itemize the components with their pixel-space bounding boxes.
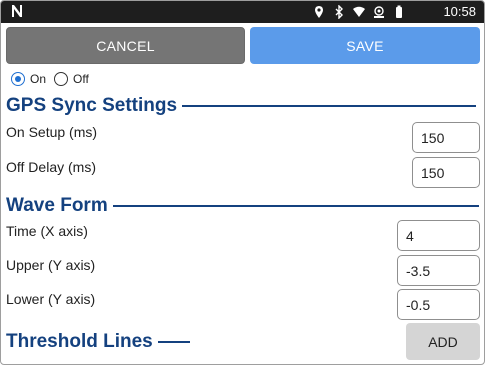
add-threshold-button[interactable]: ADD [406, 323, 480, 360]
threshold-section-header: Threshold Lines [6, 331, 190, 353]
wifi-icon [353, 6, 365, 17]
on-setup-label: On Setup (ms) [6, 124, 98, 140]
status-bar: 10:58 [1, 1, 484, 23]
section-divider [182, 105, 477, 107]
bluetooth-icon [335, 5, 343, 19]
battery-icon [396, 5, 402, 18]
app-logo-icon [12, 5, 22, 17]
radio-off-label: Off [73, 72, 89, 86]
cancel-button[interactable]: CANCEL [6, 27, 245, 64]
on-setup-field[interactable] [412, 122, 480, 153]
location-icon [315, 6, 323, 18]
gps-sync-title: GPS Sync Settings [6, 95, 178, 116]
app-window: 10:58 CANCEL SAVE On Off GPS Sync Settin… [0, 0, 485, 365]
on-off-radio-group: On Off [11, 70, 97, 88]
save-button[interactable]: SAVE [250, 27, 480, 64]
wave-form-section-header: Wave Form [6, 195, 479, 217]
clock: 10:58 [443, 4, 476, 19]
radio-off[interactable]: Off [54, 72, 89, 86]
upper-y-axis-field[interactable] [397, 255, 480, 286]
lower-y-axis-label: Lower (Y axis) [6, 291, 96, 307]
radio-off-indicator[interactable] [54, 72, 69, 86]
off-delay-field[interactable] [412, 157, 480, 188]
off-delay-label: Off Delay (ms) [6, 159, 96, 175]
section-divider [157, 341, 190, 343]
upper-y-axis-label: Upper (Y axis) [6, 257, 96, 273]
lower-y-axis-field[interactable] [397, 289, 480, 320]
gps-sync-section-header: GPS Sync Settings [6, 95, 477, 117]
radio-on[interactable]: On [11, 72, 46, 86]
threshold-title: Threshold Lines [6, 331, 153, 352]
time-x-axis-field[interactable] [397, 220, 480, 251]
radio-on-label: On [30, 72, 47, 86]
section-divider [112, 205, 479, 207]
hotspot-icon [374, 6, 384, 18]
wave-form-title: Wave Form [6, 195, 108, 216]
time-x-axis-label: Time (X axis) [6, 223, 88, 239]
radio-on-indicator[interactable] [11, 72, 25, 86]
